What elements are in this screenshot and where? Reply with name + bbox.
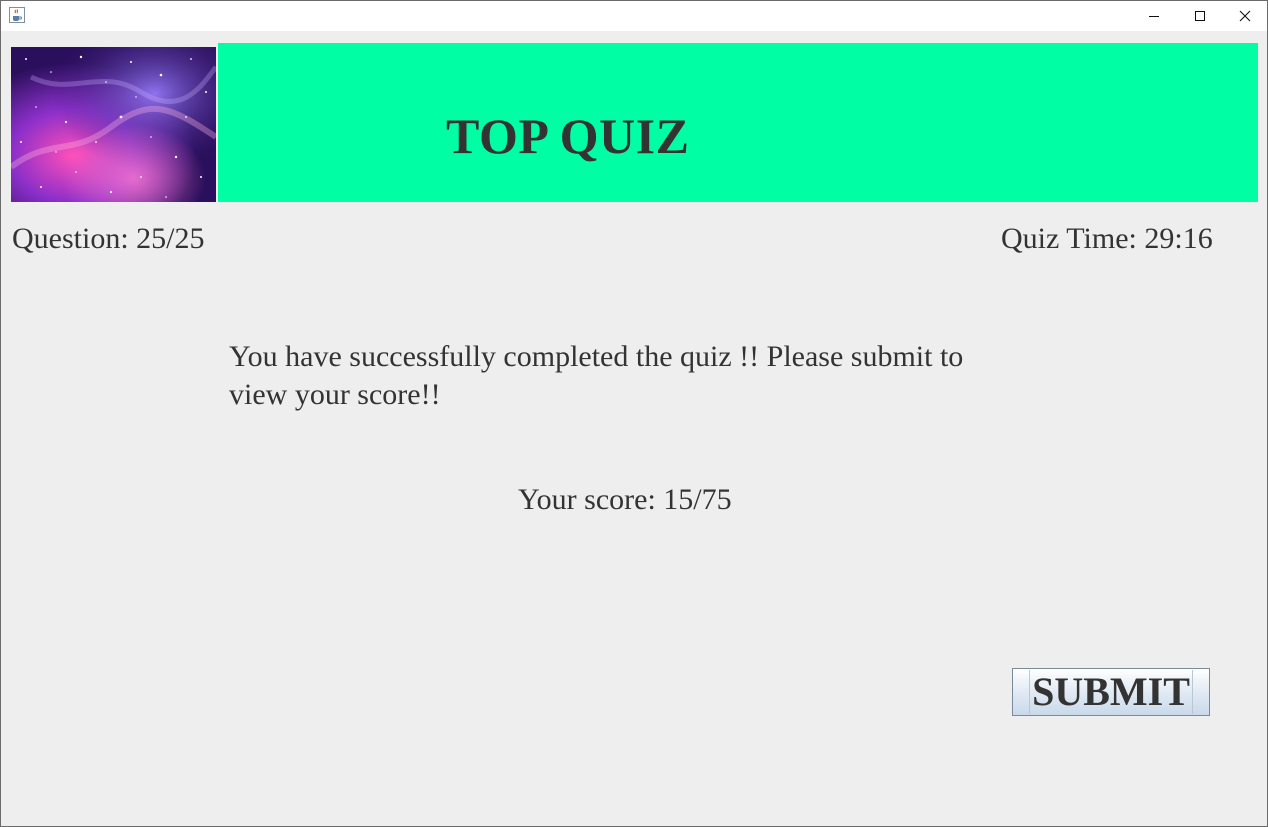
quiz-timer: Quiz Time: 29:16 [1001, 222, 1213, 255]
score-label: Your score: 15/75 [518, 483, 732, 516]
submit-button[interactable]: SUBMIT [1012, 668, 1210, 716]
minimize-button[interactable] [1131, 1, 1177, 31]
question-counter: Question: 25/25 [12, 222, 205, 255]
maximize-icon [1195, 11, 1205, 21]
quiz-title: TOP QUIZ [446, 108, 690, 164]
close-icon [1239, 10, 1251, 22]
title-bar[interactable] [1, 1, 1267, 31]
submit-button-label: SUBMIT [1029, 670, 1193, 714]
completion-message: You have successfully completed the quiz… [229, 340, 964, 411]
quiz-window: TOP QUIZ Question: 25/25 Quiz Time: 29:1… [0, 0, 1268, 827]
java-cup-icon [9, 7, 25, 23]
title-banner: TOP QUIZ [218, 43, 1258, 202]
maximize-button[interactable] [1177, 1, 1223, 31]
galaxy-nebula-image [11, 47, 216, 202]
minimize-icon [1149, 16, 1159, 17]
close-button[interactable] [1222, 1, 1268, 31]
